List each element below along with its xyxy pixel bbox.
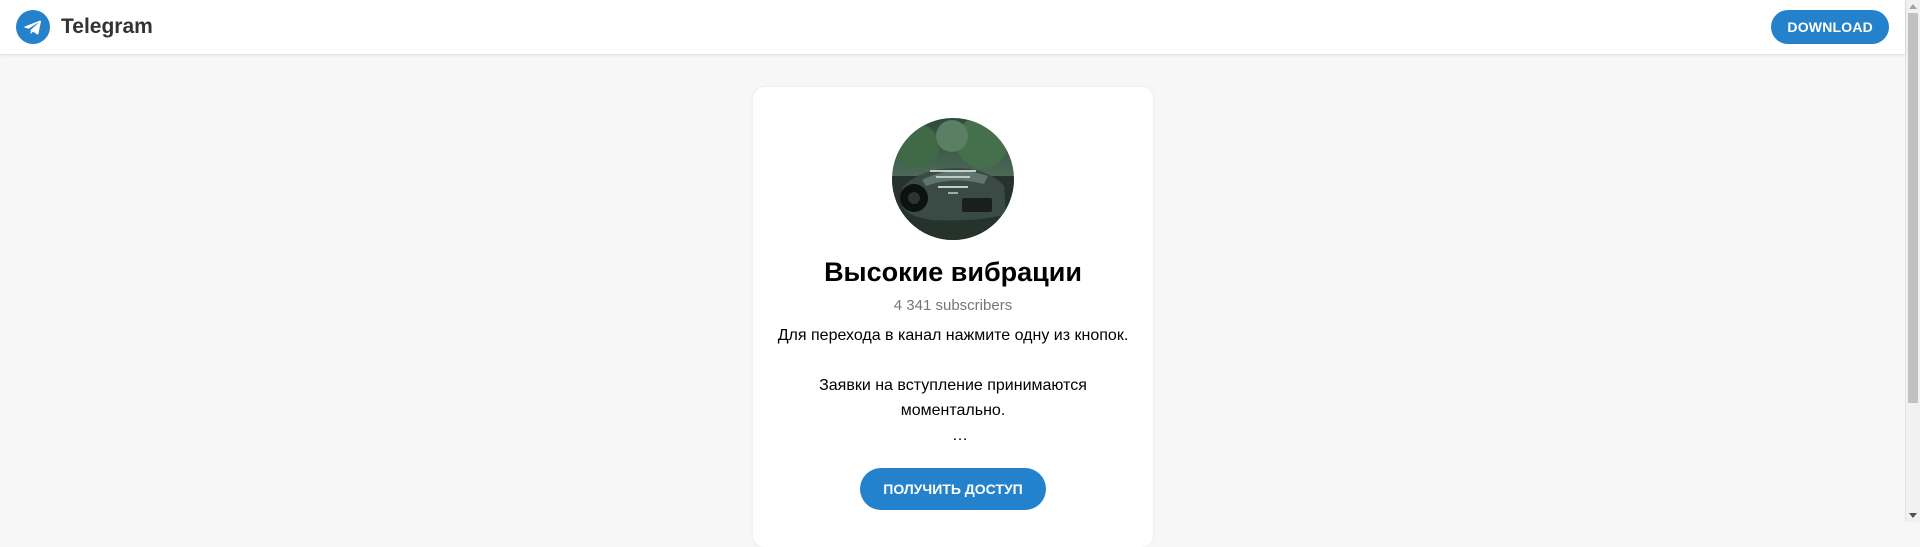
- top-bar: Telegram DOWNLOAD: [0, 0, 1905, 54]
- scroll-down-icon[interactable]: [1909, 513, 1917, 518]
- scrollbar-thumb[interactable]: [1908, 13, 1918, 403]
- channel-avatar: [892, 118, 1014, 240]
- telegram-logo-icon: [16, 10, 50, 44]
- description-line: Заявки на вступление принимаются момента…: [819, 377, 1087, 419]
- description-line: Для перехода в канал нажмите одну из кно…: [777, 327, 1129, 344]
- description-ellipsis: …: [952, 427, 968, 444]
- channel-title: Высокие вибрации: [824, 257, 1082, 287]
- scroll-up-icon[interactable]: [1909, 4, 1917, 9]
- subscriber-count: 4 341 subscribers: [893, 297, 1013, 314]
- brand[interactable]: Telegram: [16, 10, 153, 44]
- brand-name: Telegram: [61, 15, 153, 38]
- vertical-scrollbar[interactable]: [1905, 0, 1920, 522]
- channel-description: Для перехода в канал нажмите одну из кно…: [773, 323, 1133, 448]
- download-button[interactable]: DOWNLOAD: [1771, 10, 1889, 44]
- channel-card: Высокие вибрации 4 341 subscribers Для п…: [753, 87, 1153, 547]
- get-access-button[interactable]: ПОЛУЧИТЬ ДОСТУП: [860, 468, 1046, 510]
